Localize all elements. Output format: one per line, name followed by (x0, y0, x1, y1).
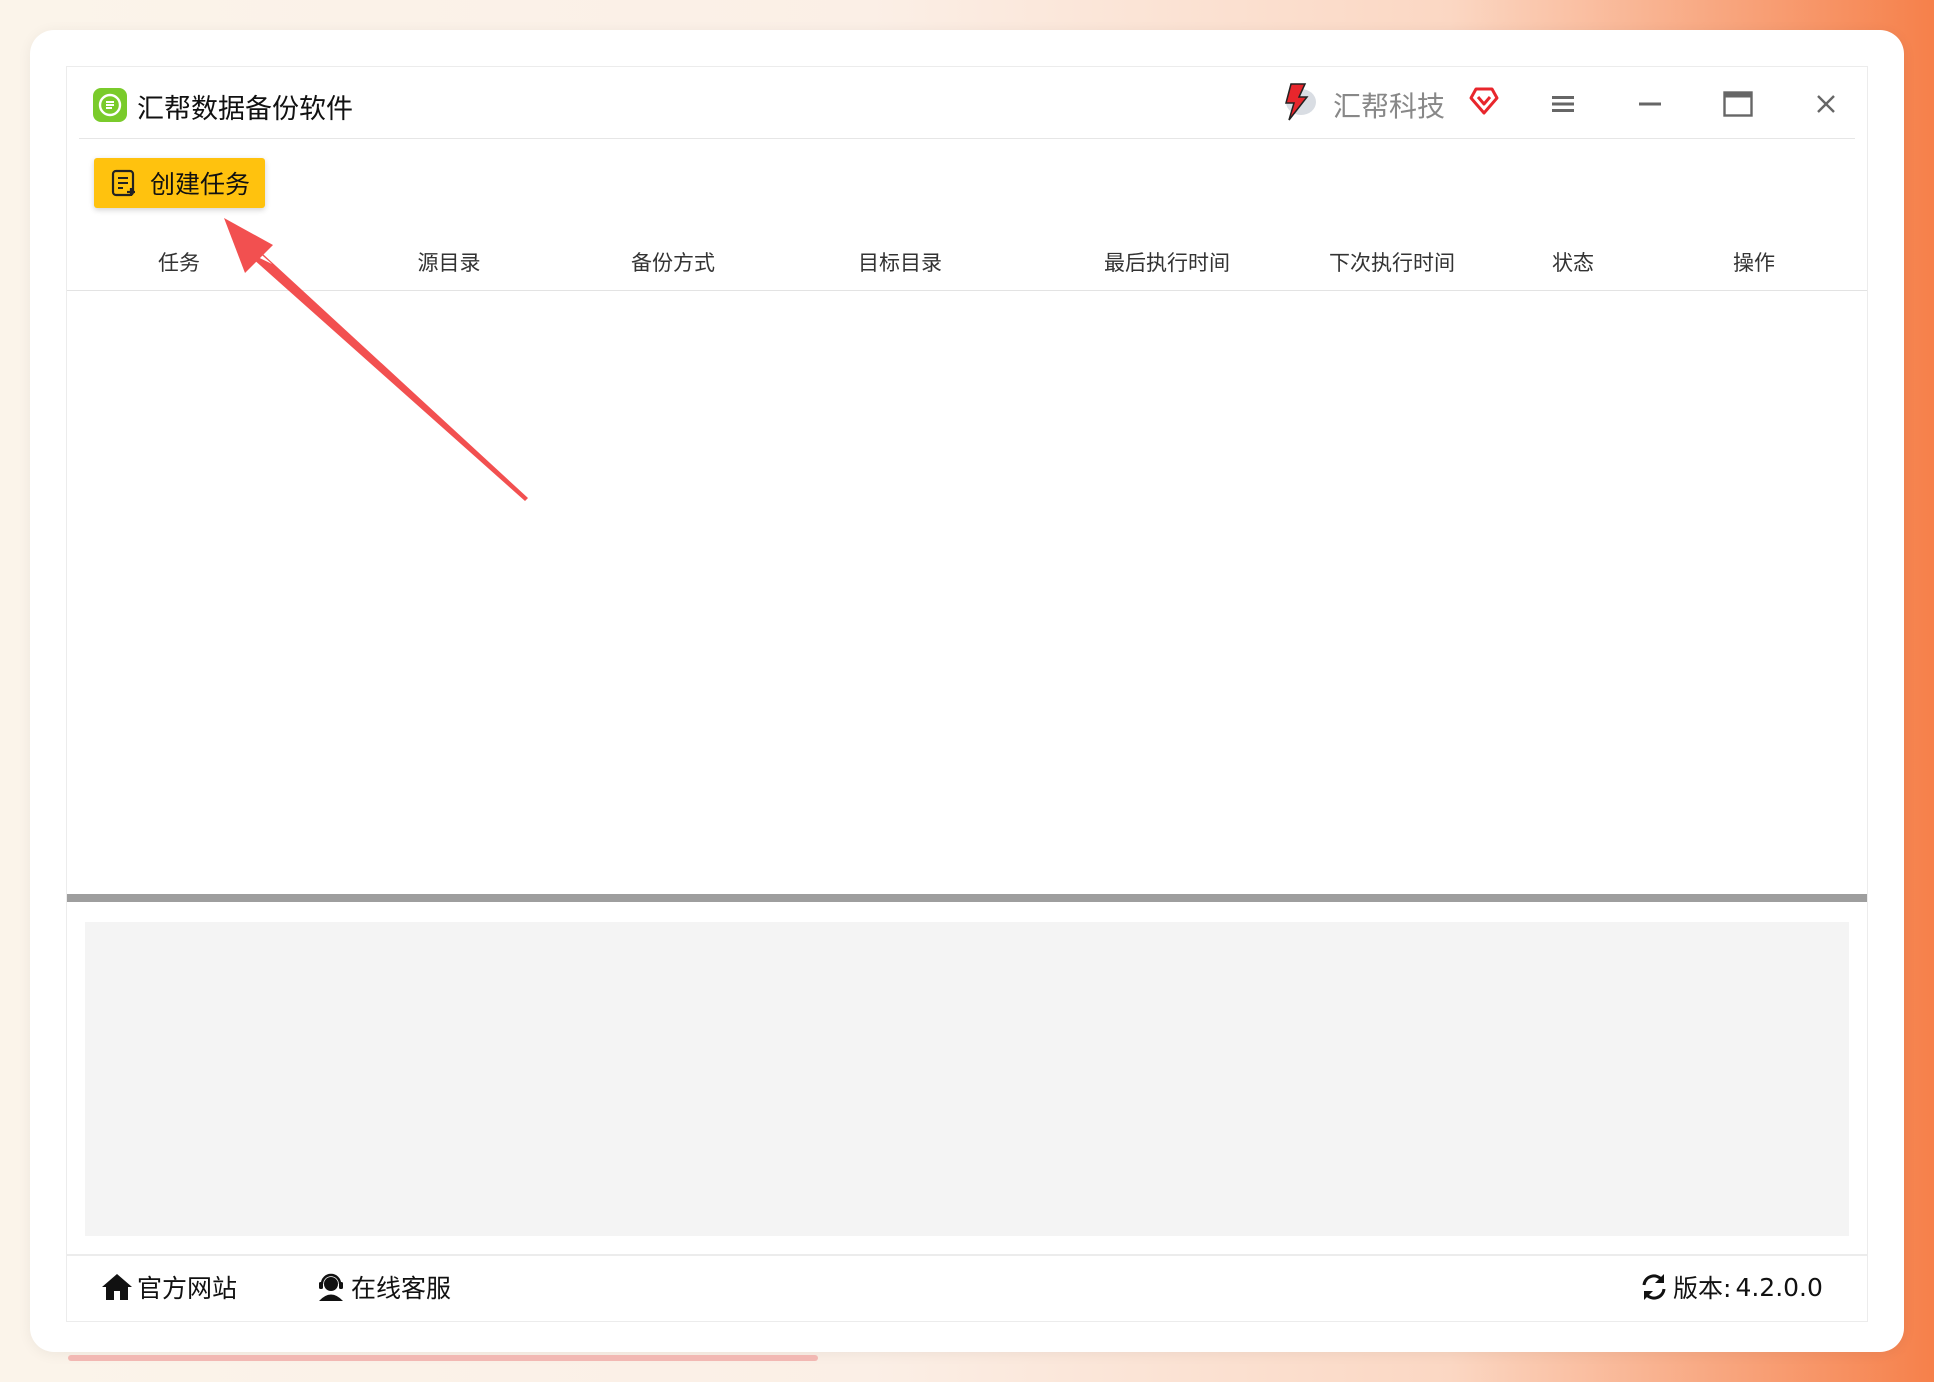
main-window: 汇帮数据备份软件 汇帮科技 创建任务 任务 源目录 备份方式 目标目录 最后执行… (66, 66, 1868, 1322)
headset-user-icon (319, 1273, 343, 1301)
menu-button[interactable] (1544, 85, 1582, 123)
vip-heart-icon[interactable] (1467, 83, 1501, 117)
task-table-body (67, 291, 1867, 887)
column-header-last-run: 最后执行时间 (1104, 251, 1230, 275)
brand-name: 汇帮科技 (1333, 90, 1446, 123)
close-button[interactable] (1807, 85, 1845, 123)
minimize-button[interactable] (1631, 85, 1669, 123)
version-info: 版本: 4.2.0.0 (1639, 1269, 1823, 1305)
task-table-header: 任务 源目录 备份方式 目标目录 最后执行时间 下次执行时间 状态 操作 (67, 227, 1867, 291)
column-header-next-run: 下次执行时间 (1329, 251, 1455, 275)
column-header-task: 任务 (158, 251, 200, 275)
version-value: 4.2.0.0 (1735, 1272, 1823, 1302)
create-task-button[interactable]: 创建任务 (94, 158, 265, 208)
online-service-link[interactable]: 在线客服 (315, 1269, 451, 1305)
log-panel (85, 922, 1849, 1236)
maximize-button[interactable] (1719, 85, 1757, 123)
title-bar: 汇帮数据备份软件 汇帮科技 (79, 67, 1855, 139)
official-website-label: 官方网站 (137, 1274, 238, 1303)
refresh-icon[interactable] (1639, 1272, 1669, 1302)
official-website-link[interactable]: 官方网站 (101, 1269, 237, 1305)
close-icon (1817, 95, 1835, 113)
panel-splitter[interactable] (67, 894, 1867, 902)
app-logo-icon (93, 88, 127, 122)
document-add-icon (111, 169, 135, 197)
column-header-backup-mode: 备份方式 (631, 251, 715, 275)
maximize-icon (1723, 91, 1753, 117)
app-title: 汇帮数据备份软件 (137, 94, 353, 125)
column-header-source-dir: 源目录 (417, 251, 481, 275)
version-label: 版本: (1673, 1274, 1732, 1303)
bottom-progress-bar (68, 1355, 818, 1361)
brand-logo-icon (1277, 80, 1321, 124)
column-header-target-dir: 目标目录 (858, 251, 942, 275)
home-icon (102, 1274, 132, 1300)
create-task-label: 创建任务 (150, 170, 251, 199)
status-divider (67, 1254, 1867, 1256)
column-header-status: 状态 (1552, 251, 1594, 275)
hamburger-icon (1552, 96, 1574, 112)
online-service-label: 在线客服 (351, 1274, 452, 1303)
minimize-icon (1639, 102, 1661, 106)
column-header-actions: 操作 (1733, 251, 1775, 275)
